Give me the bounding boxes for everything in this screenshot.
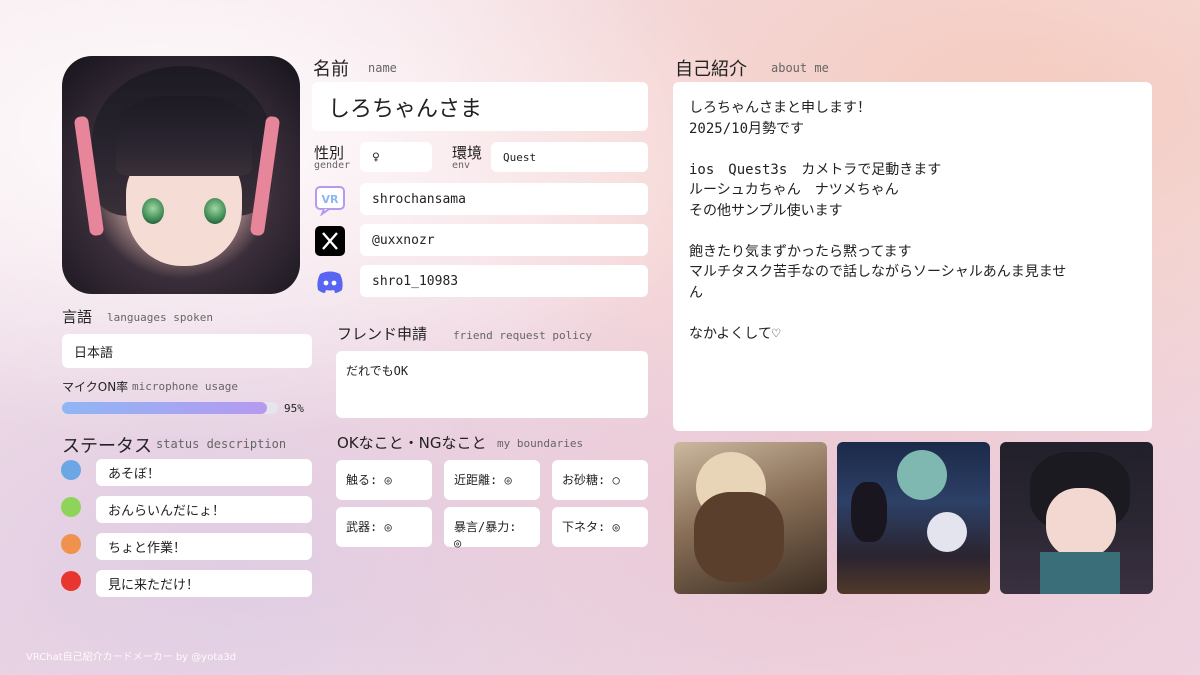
footer-credit: VRChat自己紹介カードメーカー by @yota3d [26, 652, 237, 663]
discord-id: shro1_10983 [360, 265, 648, 297]
vrchat-id: shrochansama [360, 183, 648, 215]
languages-value: 日本語 [62, 334, 312, 368]
boundary-item: 暴言/暴力: ◎ [444, 507, 540, 550]
status-dot [61, 460, 81, 480]
gender-sub: gender [314, 160, 351, 171]
mic-progress-fill [62, 402, 268, 414]
mic-sub: microphone usage [132, 380, 238, 393]
status-item: おんらいんだにょ！ [96, 496, 312, 523]
boundary-item: 下ネタ: ◎ [552, 507, 648, 547]
vrchat-icon: VR [314, 184, 346, 216]
photo-2 [837, 442, 990, 594]
status-item: 見に来ただけ！ [96, 570, 312, 597]
x-logo-icon [314, 225, 346, 257]
photo-1 [674, 442, 827, 594]
photo-3 [1000, 442, 1153, 594]
x-handle: @uxxnozr [360, 224, 648, 256]
about-card: しろちゃんさまと申します！ 2025/10月勢です ios Quest3s カメ… [673, 82, 1152, 431]
languages-heading: 言語 [62, 308, 93, 326]
svg-text:VR: VR [322, 193, 340, 206]
name-value: しろちゃんさま [312, 82, 648, 131]
status-dot [61, 497, 81, 517]
friend-policy: だれでもOK [336, 351, 648, 418]
status-dot [61, 534, 81, 554]
about-sub: about me [771, 61, 829, 75]
discord-icon [314, 266, 346, 298]
env-sub: env [452, 160, 471, 171]
status-dot [61, 571, 81, 591]
name-sub: name [368, 61, 397, 75]
gender-value: ♀ [360, 142, 432, 172]
status-item: ちょと作業！ [96, 533, 312, 560]
mic-progress-bar [62, 402, 278, 414]
boundaries-heading: OKなこと・NGなこと [337, 434, 487, 452]
about-heading: 自己紹介 [675, 59, 747, 80]
boundary-item: 武器: ◎ [336, 507, 432, 547]
avatar-image [62, 56, 300, 294]
mic-heading: マイクON率 [62, 380, 129, 394]
about-text: しろちゃんさまと申します！ 2025/10月勢です ios Quest3s カメ… [689, 100, 1067, 342]
friend-heading: フレンド申請 [337, 325, 428, 343]
name-heading: 名前 [313, 59, 349, 80]
languages-sub: languages spoken [107, 311, 213, 324]
mic-percent: 95% [284, 402, 304, 415]
boundary-item: 触る: ◎ [336, 460, 432, 500]
boundaries-sub: my boundaries [497, 437, 584, 450]
friend-sub: friend request policy [453, 329, 593, 342]
boundary-item: お砂糖: ○ [552, 460, 648, 500]
status-heading: ステータス [62, 436, 152, 457]
env-value: Quest [491, 142, 648, 172]
boundary-item: 近距離: ◎ [444, 460, 540, 500]
status-item: あそぼ！ [96, 459, 312, 486]
status-sub: status description [156, 437, 287, 451]
